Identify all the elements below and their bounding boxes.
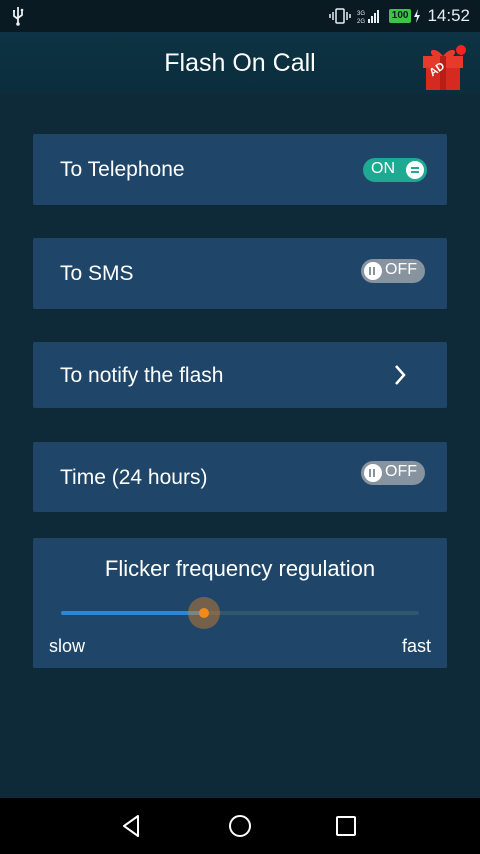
sms-setting-row[interactable]: To SMS OFF — [33, 238, 447, 309]
time-toggle-state: OFF — [385, 463, 417, 480]
telephone-toggle-state: ON — [371, 160, 395, 177]
app-title: Flash On Call — [164, 49, 316, 77]
slider-min-label: slow — [49, 636, 86, 656]
sms-toggle-state: OFF — [385, 261, 417, 278]
status-time: 14:52 — [427, 6, 470, 25]
time-setting-label: Time (24 hours) — [60, 466, 208, 489]
charging-icon — [414, 9, 421, 23]
svg-text:2G: 2G — [357, 19, 365, 24]
slider-thumb[interactable] — [188, 597, 221, 629]
recents-icon[interactable] — [332, 812, 360, 840]
flicker-frequency-card: Flicker frequency regulation slow fast — [33, 538, 447, 668]
signal-icon: 3G 2G — [357, 10, 379, 24]
app-header: Flash On Call — [0, 32, 480, 94]
slider-max-label: fast — [401, 636, 431, 656]
settings-panel: To Telephone ON To SMS OFF To notify the… — [0, 94, 480, 798]
toggle-knob — [364, 262, 382, 280]
svg-text:3G: 3G — [357, 11, 365, 17]
time-setting-row[interactable]: Time (24 hours) OFF — [33, 442, 447, 512]
telephone-toggle[interactable]: ON — [363, 158, 427, 182]
chevron-right-icon — [395, 365, 406, 385]
telephone-setting-label: To Telephone — [60, 158, 185, 181]
home-icon[interactable] — [226, 812, 254, 840]
telephone-setting-row[interactable]: To Telephone ON — [33, 134, 447, 205]
flicker-frequency-slider[interactable] — [61, 597, 419, 629]
sms-setting-label: To SMS — [60, 262, 134, 285]
notify-flash-label: To notify the flash — [60, 364, 224, 387]
vibrate-icon — [329, 8, 351, 24]
toggle-knob — [364, 464, 382, 482]
notify-flash-row[interactable]: To notify the flash — [33, 342, 447, 408]
toggle-knob — [406, 161, 424, 179]
back-icon[interactable] — [118, 812, 146, 840]
status-bar: 3G 2G 100 14:52 — [0, 0, 480, 32]
time-toggle[interactable]: OFF — [361, 461, 425, 485]
usb-icon — [13, 7, 24, 26]
flicker-frequency-title: Flicker frequency regulation — [104, 556, 376, 581]
navigation-bar — [0, 798, 480, 854]
sms-toggle[interactable]: OFF — [361, 259, 425, 283]
battery-level: 100 — [388, 9, 412, 23]
battery-icon: 100 — [388, 9, 422, 23]
slider-fill — [61, 611, 205, 615]
ad-gift-icon[interactable]: AD — [419, 42, 469, 92]
